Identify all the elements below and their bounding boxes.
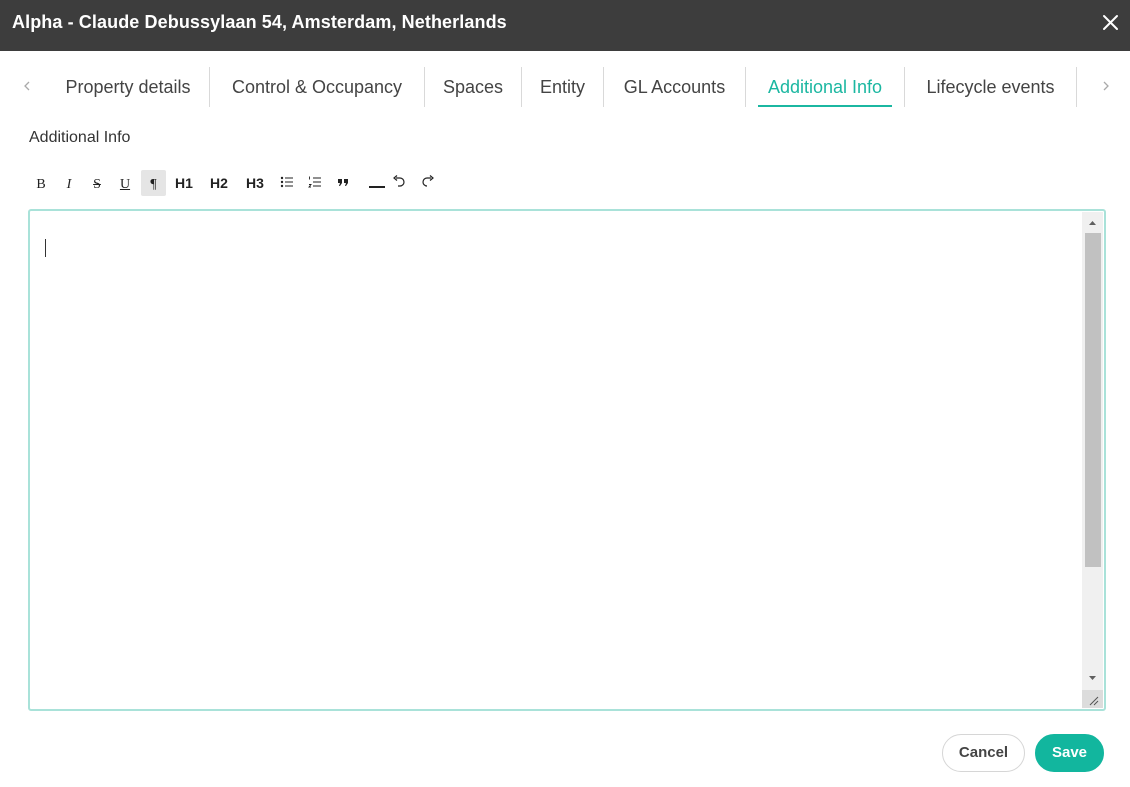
undo-icon	[393, 175, 405, 187]
tab-spaces[interactable]: Spaces	[425, 66, 521, 110]
italic-button[interactable]: I	[57, 170, 81, 196]
tab-divider	[1076, 67, 1077, 107]
tab-lifecycle-events[interactable]: Lifecycle events	[905, 66, 1076, 110]
strikethrough-button[interactable]: S	[85, 170, 109, 196]
editor-scrollbar[interactable]	[1082, 212, 1103, 708]
tab-control-occupancy[interactable]: Control & Occupancy	[210, 66, 424, 110]
text-caret	[45, 239, 46, 257]
heading-1-button[interactable]: H1	[170, 170, 198, 196]
italic-icon: I	[66, 177, 72, 192]
tab-divider	[745, 67, 746, 107]
ordered-list-icon	[308, 176, 321, 188]
scroll-down-icon[interactable]	[1082, 668, 1103, 689]
dialog-titlebar: Alpha - Claude Debussylaan 54, Amsterdam…	[0, 0, 1130, 51]
resize-handle-icon[interactable]	[1082, 690, 1103, 708]
blockquote-button[interactable]	[332, 170, 354, 196]
heading-3-button[interactable]: H3	[241, 170, 269, 196]
chevron-left-icon[interactable]	[20, 76, 34, 96]
chevron-right-icon[interactable]	[1099, 76, 1113, 96]
redo-icon	[422, 175, 434, 187]
tab-additional-info[interactable]: Additional Info	[754, 66, 896, 110]
save-button[interactable]: Save	[1035, 734, 1104, 772]
paragraph-button[interactable]: ¶	[141, 170, 166, 196]
ordered-list-button[interactable]	[304, 170, 326, 196]
tab-gl-accounts[interactable]: GL Accounts	[604, 66, 745, 110]
tab-entity[interactable]: Entity	[522, 66, 603, 110]
bold-button[interactable]: B	[29, 170, 53, 196]
strikethrough-icon: S	[93, 177, 101, 192]
quote-icon	[338, 179, 348, 186]
horizontal-rule-button[interactable]	[367, 170, 387, 196]
close-icon[interactable]	[1100, 12, 1122, 34]
horizontal-rule-icon	[369, 186, 385, 188]
bold-icon: B	[36, 177, 46, 192]
bullet-list-button[interactable]	[276, 170, 298, 196]
underline-button[interactable]: U	[113, 170, 137, 196]
heading-2-button[interactable]: H2	[205, 170, 233, 196]
cancel-button[interactable]: Cancel	[942, 734, 1025, 772]
paragraph-icon: ¶	[150, 177, 157, 192]
tab-bar: Property details Control & Occupancy Spa…	[0, 66, 1130, 110]
underline-icon: U	[119, 177, 131, 192]
undo-button[interactable]	[389, 170, 409, 196]
scroll-up-icon[interactable]	[1082, 212, 1103, 233]
tab-property-details[interactable]: Property details	[48, 66, 208, 110]
bullet-list-icon	[280, 176, 293, 188]
section-label: Additional Info	[29, 129, 131, 146]
additional-info-editor[interactable]	[28, 209, 1106, 711]
redo-button[interactable]	[418, 170, 438, 196]
scrollbar-thumb[interactable]	[1085, 233, 1101, 567]
dialog-title: Alpha - Claude Debussylaan 54, Amsterdam…	[12, 12, 507, 32]
